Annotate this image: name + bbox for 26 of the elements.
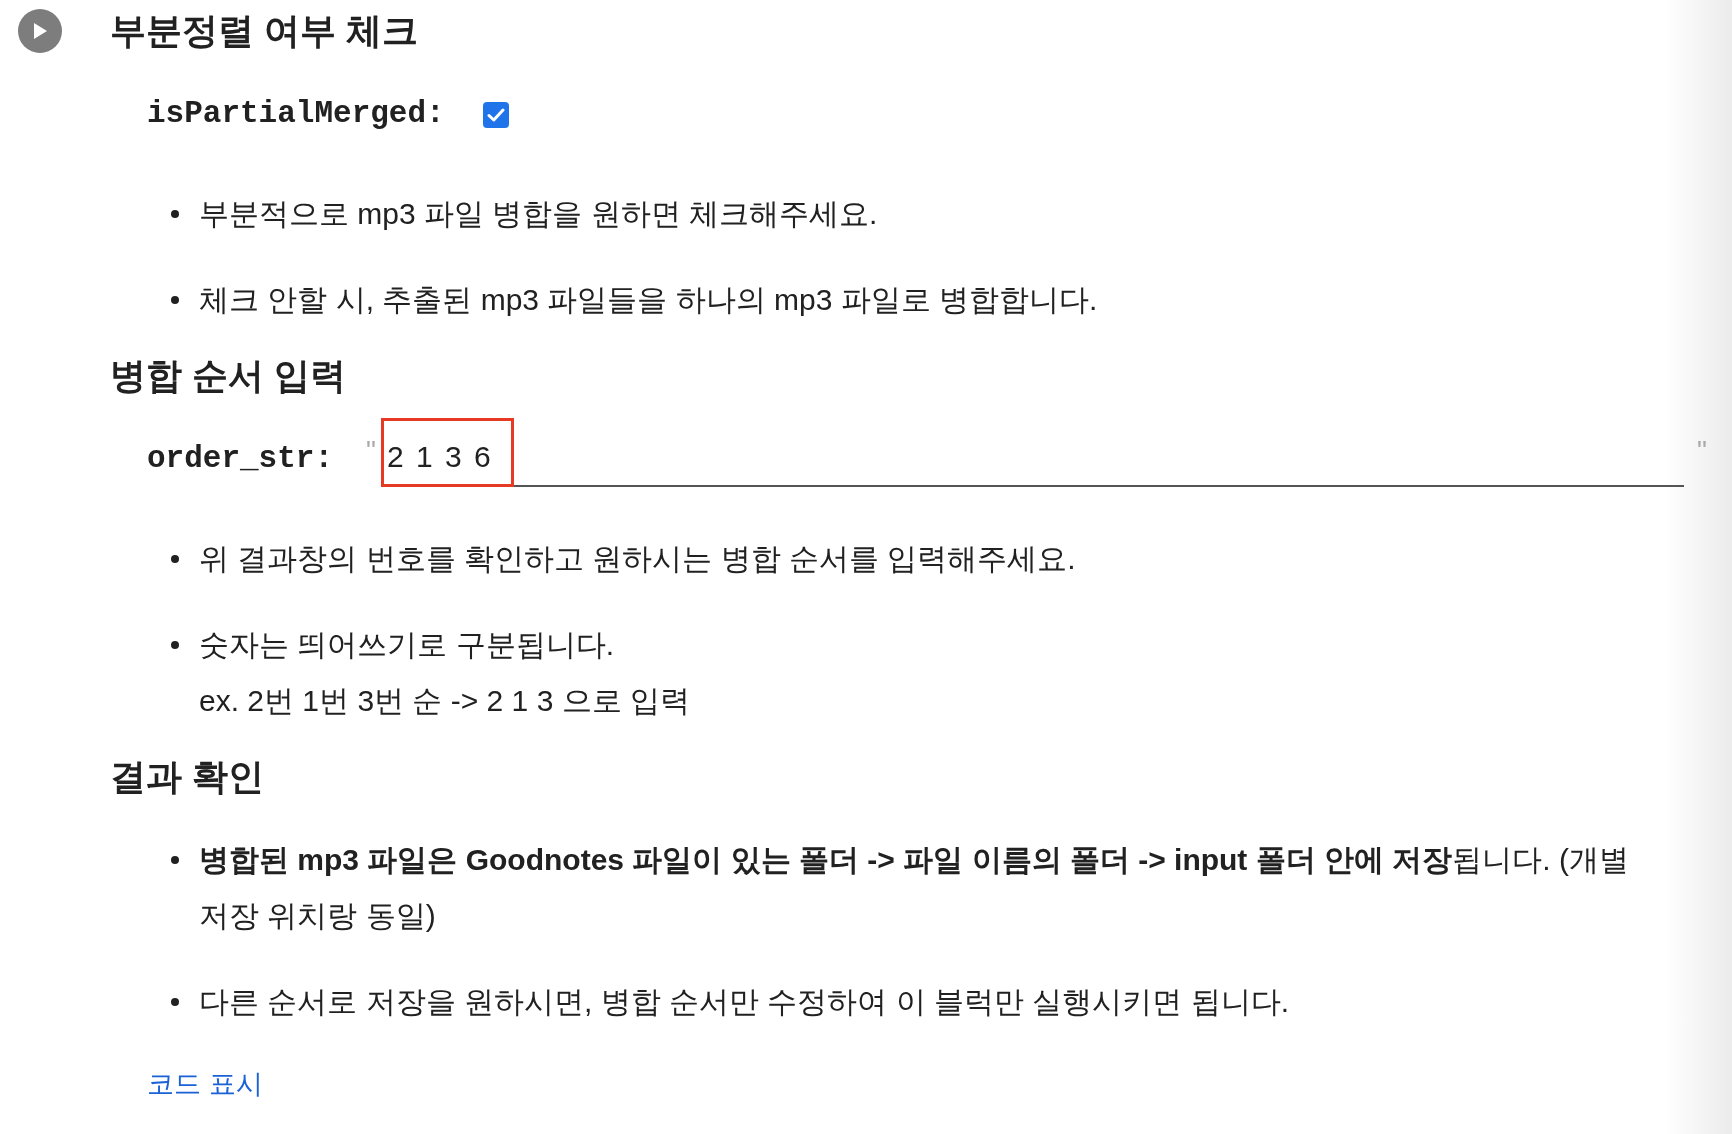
checkbox[interactable] (482, 102, 509, 128)
checkmark-icon (486, 108, 505, 122)
bullet-icon (171, 998, 179, 1006)
section-heading: 병합 순서 입력 (110, 354, 346, 398)
bullet-icon (171, 296, 179, 304)
note-text: 부분적으로 mp3 파일 병합을 원하면 체크해주세요. (199, 196, 878, 232)
bullet-icon (171, 856, 179, 864)
note-text: 체크 안할 시, 추출된 mp3 파일들을 하나의 mp3 파일로 병합합니다. (199, 282, 1098, 318)
note-text: 숫자는 띄어쓰기로 구분됩니다. ex. 2번 1번 3번 순 -> 2 1 3 으로 입력 (199, 627, 690, 719)
field-value: 2 1 3 6 (387, 439, 493, 474)
show-code-link[interactable]: 코드 표시 (147, 1064, 263, 1104)
bullet-icon (171, 555, 179, 563)
quote-mark: " (366, 437, 376, 465)
field-label: isPartialMerged: (147, 95, 445, 133)
field-label: order_str: (147, 440, 334, 478)
note-text: 위 결과창의 번호를 확인하고 원하시는 병합 순서를 입력해주세요. (199, 541, 1076, 577)
section-heading: 결과 확인 (110, 755, 264, 799)
section-heading: 부분정렬 여부 체크 (110, 9, 418, 53)
input-field[interactable]: 2 1 3 6 (381, 418, 1685, 487)
play-icon (32, 22, 48, 40)
note-text: 다른 순서로 저장을 원하시면, 병합 순서만 수정하여 이 블럭만 실행시키면 됩니다. (199, 984, 1290, 1020)
note-text: 병합된 mp3 파일은 Goodnotes 파일이 있는 폴더 -> 파일 이름의 폴더 -> input 폴더 안에 저장됩니다. (개별 저장 위치랑 동일) (199, 842, 1631, 934)
bullet-icon (171, 210, 179, 218)
quote-mark: " (1697, 437, 1707, 465)
play-button[interactable] (18, 9, 62, 53)
bullet-icon (171, 641, 179, 649)
